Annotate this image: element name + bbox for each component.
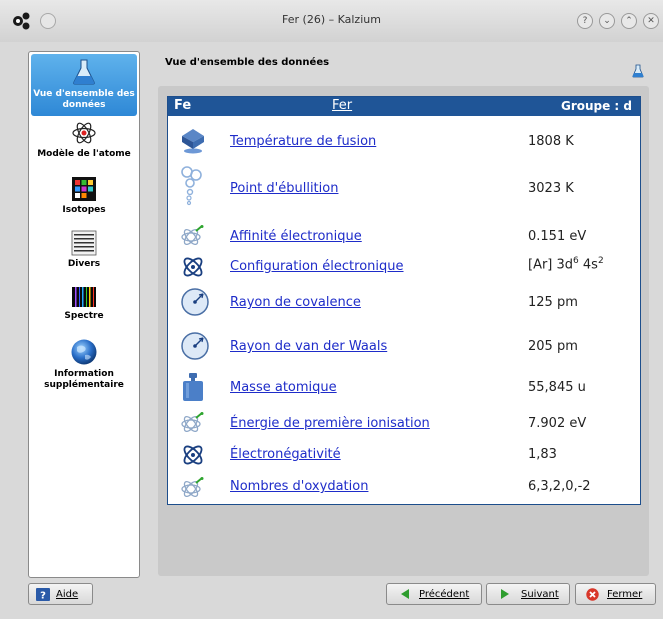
- property-link[interactable]: Température de fusion: [230, 134, 376, 149]
- table-row: Affinité électronique 0.151 eV: [168, 221, 640, 249]
- sidebar-item-label: Modèle de l'atome: [37, 149, 131, 159]
- property-link[interactable]: Rayon de van der Waals: [230, 339, 387, 354]
- misc-icon: [71, 230, 97, 256]
- ionization-icon: [181, 412, 204, 432]
- property-value: 3023 K: [528, 181, 574, 196]
- flask-icon: [632, 64, 644, 78]
- config-base: [Ar] 3d: [528, 257, 574, 273]
- melting-icon: [182, 129, 204, 154]
- table-row: Configuration électronique [Ar] 3d6 4s2: [168, 251, 640, 283]
- sidebar-item-label: Information supplémentaire: [44, 369, 124, 390]
- sidebar: Vue d'ensemble des données Modèle de l'a…: [28, 51, 140, 578]
- atom-icon: [72, 122, 96, 144]
- property-value: 1808 K: [528, 134, 574, 149]
- element-name-link[interactable]: Fer: [332, 98, 352, 113]
- table-row: Température de fusion 1808 K: [168, 125, 640, 159]
- orbital-icon: [183, 257, 203, 277]
- property-value: 1,83: [528, 447, 557, 462]
- property-value: 205 pm: [528, 339, 578, 354]
- sidebar-item-overview[interactable]: Vue d'ensemble des données: [31, 54, 137, 116]
- property-link[interactable]: Point d'ébullition: [230, 181, 338, 196]
- help-label: Aide: [56, 589, 79, 600]
- next-button[interactable]: Suivant: [486, 583, 570, 605]
- property-link[interactable]: Électronégativité: [230, 447, 341, 462]
- property-link[interactable]: Masse atomique: [230, 380, 337, 395]
- flask-icon: [73, 59, 95, 85]
- electron-configuration-value: [Ar] 3d6 4s2: [528, 256, 604, 272]
- element-data-table: Fe Fer Groupe : d Température de fusion …: [167, 96, 641, 505]
- property-value: 6,3,2,0,-2: [528, 479, 591, 494]
- table-row: Électronégativité 1,83: [168, 441, 640, 471]
- close-window-button[interactable]: ✕: [643, 13, 659, 29]
- close-icon: [586, 588, 599, 601]
- table-row: Point d'ébullition 3023 K: [168, 161, 640, 217]
- sidebar-item-label: Isotopes: [62, 205, 106, 215]
- property-value: 55,845 u: [528, 380, 586, 395]
- arrow-left-icon: [401, 589, 409, 599]
- property-link[interactable]: Rayon de covalence: [230, 295, 361, 310]
- boiling-icon: [181, 166, 202, 206]
- arrow-right-icon: [501, 589, 509, 599]
- sidebar-item-extra-info[interactable]: Information supplémentaire: [31, 338, 137, 396]
- table-row: Nombres d'oxydation 6,3,2,0,-2: [168, 473, 640, 503]
- sidebar-item-isotopes[interactable]: Isotopes: [31, 176, 137, 228]
- orbital-icon: [183, 445, 203, 465]
- sidebar-item-label: Divers: [67, 259, 101, 269]
- sidebar-item-misc[interactable]: Divers: [31, 230, 137, 282]
- close-label: Fermer: [607, 589, 643, 600]
- close-button[interactable]: Fermer: [575, 583, 656, 605]
- sidebar-item-label: Spectre: [64, 311, 104, 321]
- element-symbol: Fe: [174, 98, 192, 113]
- property-value: 0.151 eV: [528, 229, 587, 244]
- sidebar-item-atom-model[interactable]: Modèle de l'atome: [31, 120, 137, 172]
- property-value: 7.902 eV: [528, 416, 587, 431]
- help-window-button[interactable]: ?: [577, 13, 593, 29]
- element-group: Groupe : d: [560, 99, 632, 113]
- property-link[interactable]: Nombres d'oxydation: [230, 479, 368, 494]
- minimize-button[interactable]: ⌄: [599, 13, 615, 29]
- svg-text:?: ?: [40, 591, 46, 602]
- table-row: Masse atomique 55,845 u: [168, 369, 640, 405]
- help-book-icon: ?: [36, 588, 50, 601]
- previous-button[interactable]: Précédent: [386, 583, 482, 605]
- property-link[interactable]: Configuration électronique: [230, 259, 404, 274]
- next-label: Suivant: [521, 589, 559, 600]
- config-sup-s: 2: [597, 256, 604, 266]
- help-button[interactable]: ? Aide: [28, 583, 93, 605]
- kalzium-dialog: Fer (26) – Kalzium ? ⌄ ⌃ ✕ Vue d'ensembl…: [0, 0, 663, 619]
- table-row: Rayon de van der Waals 205 pm: [168, 327, 640, 367]
- table-row: Énergie de première ionisation 7.902 eV: [168, 407, 640, 439]
- electron-affinity-icon: [181, 225, 204, 245]
- property-link[interactable]: Énergie de première ionisation: [230, 416, 430, 431]
- previous-label: Précédent: [419, 589, 470, 600]
- sidebar-item-label: Vue d'ensemble des données: [33, 89, 135, 110]
- sidebar-item-spectrum[interactable]: Spectre: [31, 286, 137, 336]
- maximize-button[interactable]: ⌃: [621, 13, 637, 29]
- globe-icon: [71, 339, 97, 365]
- window-title: Fer (26) – Kalzium: [282, 13, 381, 26]
- property-value: 125 pm: [528, 295, 578, 310]
- property-link[interactable]: Affinité électronique: [230, 229, 362, 244]
- spectrum-icon: [72, 287, 96, 307]
- title-bar: Fer (26) – Kalzium ? ⌄ ⌃ ✕: [0, 0, 663, 42]
- page-title: Vue d'ensemble des données: [165, 57, 330, 68]
- radius-icon: [181, 332, 209, 360]
- mass-icon: [183, 373, 203, 401]
- table-header: Fe Fer Groupe : d: [168, 97, 640, 116]
- oxidation-icon: [181, 477, 204, 497]
- isotopes-icon: [72, 177, 96, 201]
- table-row: Rayon de covalence 125 pm: [168, 285, 640, 323]
- config-mid: 4s: [578, 257, 598, 273]
- radius-icon: [181, 288, 209, 316]
